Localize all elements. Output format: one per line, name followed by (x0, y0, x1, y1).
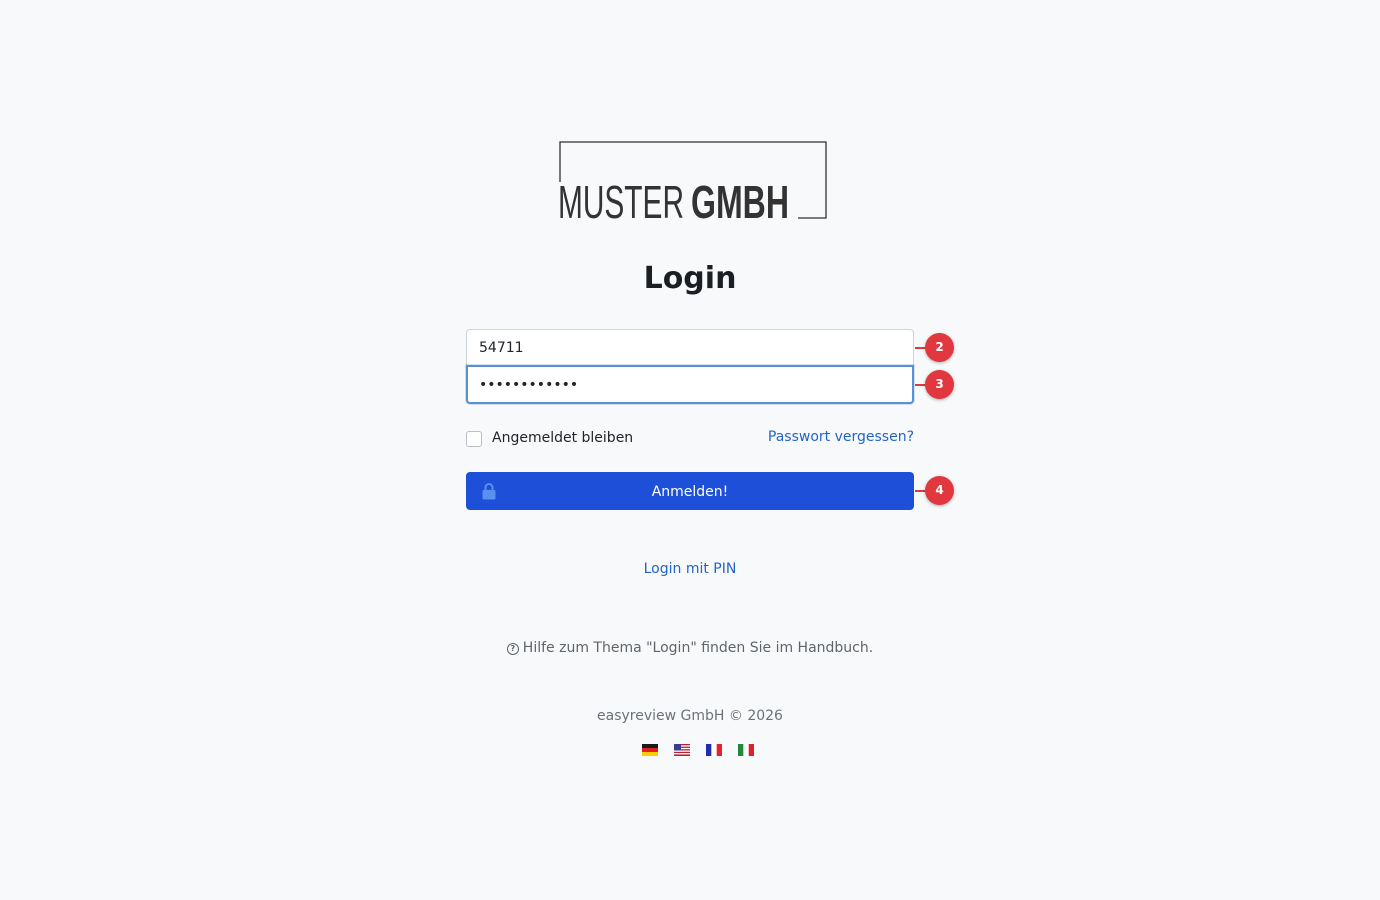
forgot-password-link[interactable]: Passwort vergessen? (0, 429, 914, 445)
login-button[interactable]: Anmelden! (466, 472, 914, 510)
logo-light-text: MUSTER (558, 176, 684, 222)
flag-usa-icon[interactable] (674, 744, 690, 756)
login-page: MUSTER GMBH Login 2 3 Angemeldet bleiben… (0, 0, 1380, 900)
flag-germany-icon[interactable] (642, 744, 658, 756)
page-title: Login (643, 261, 737, 296)
annotation-badge-2: 2 (925, 333, 954, 362)
login-button-label: Anmelden! (651, 484, 729, 500)
copyright: easyreview GmbH © 2026 (597, 708, 783, 724)
password-input[interactable] (466, 365, 914, 404)
flag-italy-icon[interactable] (738, 744, 754, 756)
annotation-badge-4: 4 (925, 476, 954, 505)
username-input[interactable] (466, 329, 914, 366)
help-label: Hilfe zum Thema "Login" finden Sie im Ha… (522, 640, 874, 656)
language-selector (642, 744, 754, 756)
annotation-badge-3: 3 (925, 370, 954, 399)
flag-france-icon[interactable] (706, 744, 722, 756)
help-text: ? Hilfe zum Thema "Login" finden Sie im H… (0, 640, 1380, 656)
question-circle-icon: ? (506, 643, 519, 655)
logo-bold-text: GMBH (691, 176, 789, 222)
login-with-pin-link[interactable]: Login mit PIN (0, 561, 1380, 577)
company-logo: MUSTER GMBH (558, 140, 828, 222)
lock-icon (482, 483, 496, 500)
